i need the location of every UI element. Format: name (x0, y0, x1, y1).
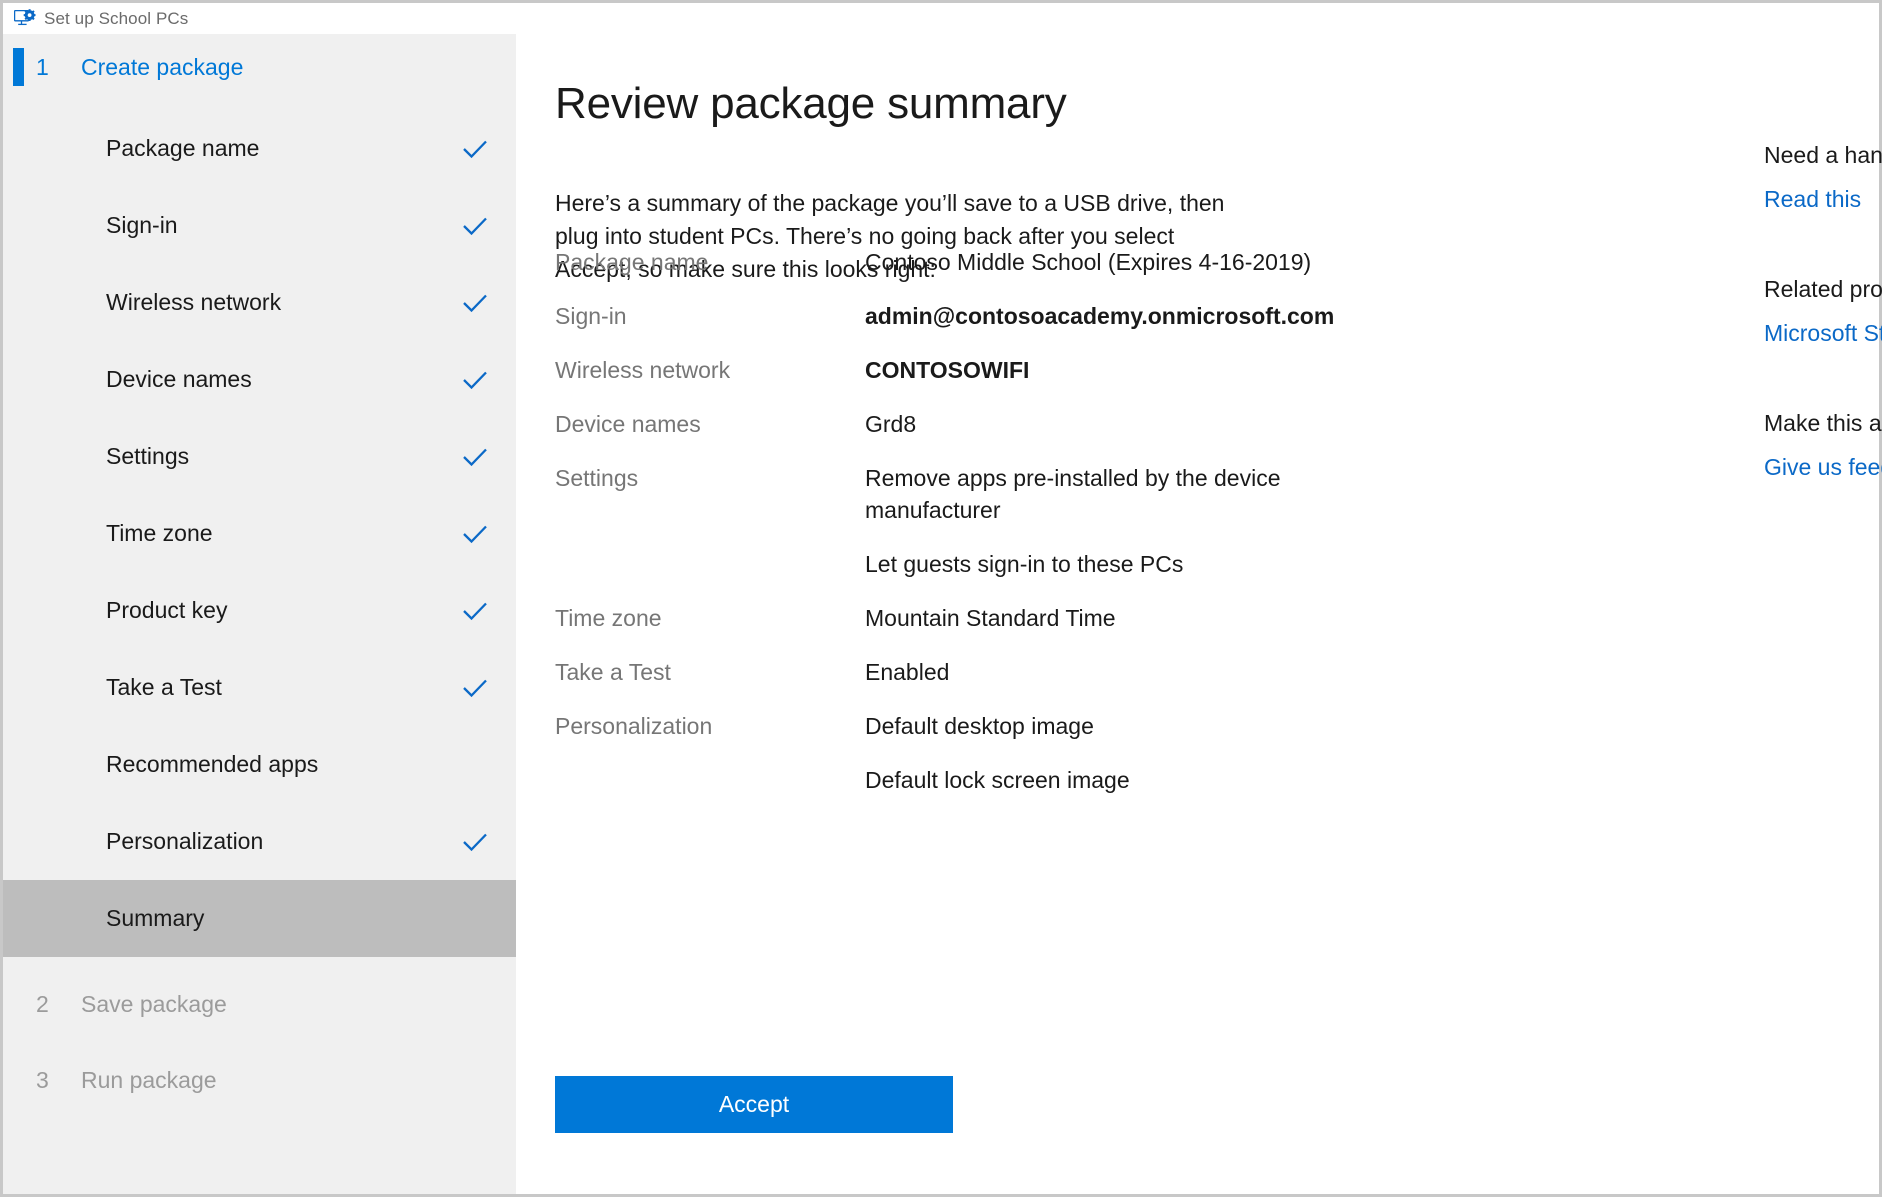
summary-row-sign-in: Sign-in admin@contosoacademy.onmicrosoft… (555, 300, 1355, 332)
summary-value: Default desktop image Default lock scree… (865, 710, 1355, 796)
checkmark-icon (461, 597, 489, 625)
help-group-make-this-app-better: Make this app better Give us feedback (1764, 410, 1882, 481)
summary-label: Package name (555, 246, 865, 278)
help-heading: Make this app better (1764, 410, 1882, 437)
checkmark-icon (461, 212, 489, 240)
sidebar-item-take-a-test[interactable]: Take a Test (3, 649, 516, 726)
summary-row-package-name: Package name Contoso Middle School (Expi… (555, 246, 1355, 278)
step-label: Create package (81, 54, 243, 81)
sidebar-item-settings[interactable]: Settings (3, 418, 516, 495)
summary-value: Remove apps pre-installed by the device … (865, 462, 1355, 580)
sidebar-item-label: Take a Test (106, 674, 222, 701)
sidebar-item-time-zone[interactable]: Time zone (3, 495, 516, 572)
step-number: 1 (36, 54, 49, 81)
sidebar-step-create-package[interactable]: 1 Create package (3, 34, 516, 100)
summary-label: Personalization (555, 710, 865, 796)
sidebar-item-label: Recommended apps (106, 751, 318, 778)
sidebar-item-label: Sign-in (106, 212, 178, 239)
sidebar-item-wireless-network[interactable]: Wireless network (3, 264, 516, 341)
summary-value-line: Grd8 (865, 408, 1355, 440)
summary-value-line: Enabled (865, 656, 1355, 688)
accept-button[interactable]: Accept (555, 1076, 953, 1133)
sidebar-item-summary[interactable]: Summary (3, 880, 516, 957)
sidebar-item-label: Summary (106, 905, 204, 932)
sidebar-item-package-name[interactable]: Package name (3, 110, 516, 187)
summary-value: Mountain Standard Time (865, 602, 1355, 634)
wizard-sidebar: 1 Create package Package name Sign-in Wi… (3, 34, 516, 1194)
sidebar-item-label: Package name (106, 135, 259, 162)
sidebar-item-label: Device names (106, 366, 252, 393)
sidebar-item-product-key[interactable]: Product key (3, 572, 516, 649)
summary-value-line: Default desktop image (865, 710, 1355, 742)
summary-value-line: Remove apps pre-installed by the device … (865, 462, 1355, 526)
sidebar-item-device-names[interactable]: Device names (3, 341, 516, 418)
sidebar-item-label: Time zone (106, 520, 213, 547)
sidebar-step-save-package[interactable]: 2 Save package (3, 971, 516, 1037)
summary-label: Settings (555, 462, 865, 580)
summary-label: Sign-in (555, 300, 865, 332)
checkmark-icon (461, 828, 489, 856)
summary-label: Device names (555, 408, 865, 440)
sidebar-item-label: Wireless network (106, 289, 281, 316)
window-title: Set up School PCs (44, 9, 188, 29)
summary-value-line: Mountain Standard Time (865, 602, 1355, 634)
step-number: 2 (36, 991, 49, 1018)
sidebar-item-sign-in[interactable]: Sign-in (3, 187, 516, 264)
step-label: Run package (81, 1067, 217, 1094)
summary-label: Wireless network (555, 354, 865, 386)
page-title: Review package summary (555, 79, 1067, 129)
active-step-accent-bar (13, 48, 24, 86)
sidebar-item-recommended-apps[interactable]: Recommended apps (3, 726, 516, 803)
checkmark-icon (461, 443, 489, 471)
checkmark-icon (461, 366, 489, 394)
help-group-related-products: Related products Microsoft Store for Edu… (1764, 276, 1882, 347)
main-content: Review package summary Here’s a summary … (516, 34, 1879, 1194)
summary-value-line: Default lock screen image (865, 764, 1355, 796)
checkmark-icon (461, 674, 489, 702)
checkmark-icon (461, 289, 489, 317)
summary-row-time-zone: Time zone Mountain Standard Time (555, 602, 1355, 634)
sidebar-item-label: Product key (106, 597, 227, 624)
step-number: 3 (36, 1067, 49, 1094)
summary-label: Take a Test (555, 656, 865, 688)
sidebar-step-run-package[interactable]: 3 Run package (3, 1047, 516, 1113)
summary-label: Time zone (555, 602, 865, 634)
summary-value: Enabled (865, 656, 1355, 688)
help-group-need-a-hand: Need a hand? Read this (1764, 142, 1882, 213)
application-window: Set up School PCs 1 Create package Packa… (0, 0, 1882, 1197)
sidebar-substep-list: Package name Sign-in Wireless network De… (3, 110, 516, 957)
checkmark-icon (461, 520, 489, 548)
summary-value: Contoso Middle School (Expires 4-16-2019… (865, 246, 1355, 278)
help-link-read-this[interactable]: Read this (1764, 186, 1861, 213)
summary-value-line: CONTOSOWIFI (865, 354, 1355, 386)
checkmark-icon (461, 135, 489, 163)
summary-value: admin@contosoacademy.onmicrosoft.com (865, 300, 1355, 332)
summary-value: CONTOSOWIFI (865, 354, 1355, 386)
help-heading: Related products (1764, 276, 1882, 303)
sidebar-item-label: Settings (106, 443, 189, 470)
help-link-give-us-feedback[interactable]: Give us feedback (1764, 454, 1882, 481)
monitor-gear-icon (14, 9, 36, 29)
summary-row-take-a-test: Take a Test Enabled (555, 656, 1355, 688)
summary-row-device-names: Device names Grd8 (555, 408, 1355, 440)
help-panel: Need a hand? Read this Related products … (1764, 142, 1882, 544)
sidebar-item-label: Personalization (106, 828, 263, 855)
summary-value-line: admin@contosoacademy.onmicrosoft.com (865, 300, 1355, 332)
summary-value: Grd8 (865, 408, 1355, 440)
help-link-microsoft-store-for-education[interactable]: Microsoft Store for Education (1764, 320, 1882, 347)
summary-row-personalization: Personalization Default desktop image De… (555, 710, 1355, 796)
summary-row-wireless-network: Wireless network CONTOSOWIFI (555, 354, 1355, 386)
sidebar-item-personalization[interactable]: Personalization (3, 803, 516, 880)
help-heading: Need a hand? (1764, 142, 1882, 169)
package-summary-list: Package name Contoso Middle School (Expi… (555, 246, 1355, 818)
summary-value-line: Contoso Middle School (Expires 4-16-2019… (865, 246, 1355, 278)
step-label: Save package (81, 991, 227, 1018)
summary-value-line: Let guests sign-in to these PCs (865, 548, 1355, 580)
summary-row-settings: Settings Remove apps pre-installed by th… (555, 462, 1355, 580)
title-bar: Set up School PCs (3, 3, 1879, 34)
